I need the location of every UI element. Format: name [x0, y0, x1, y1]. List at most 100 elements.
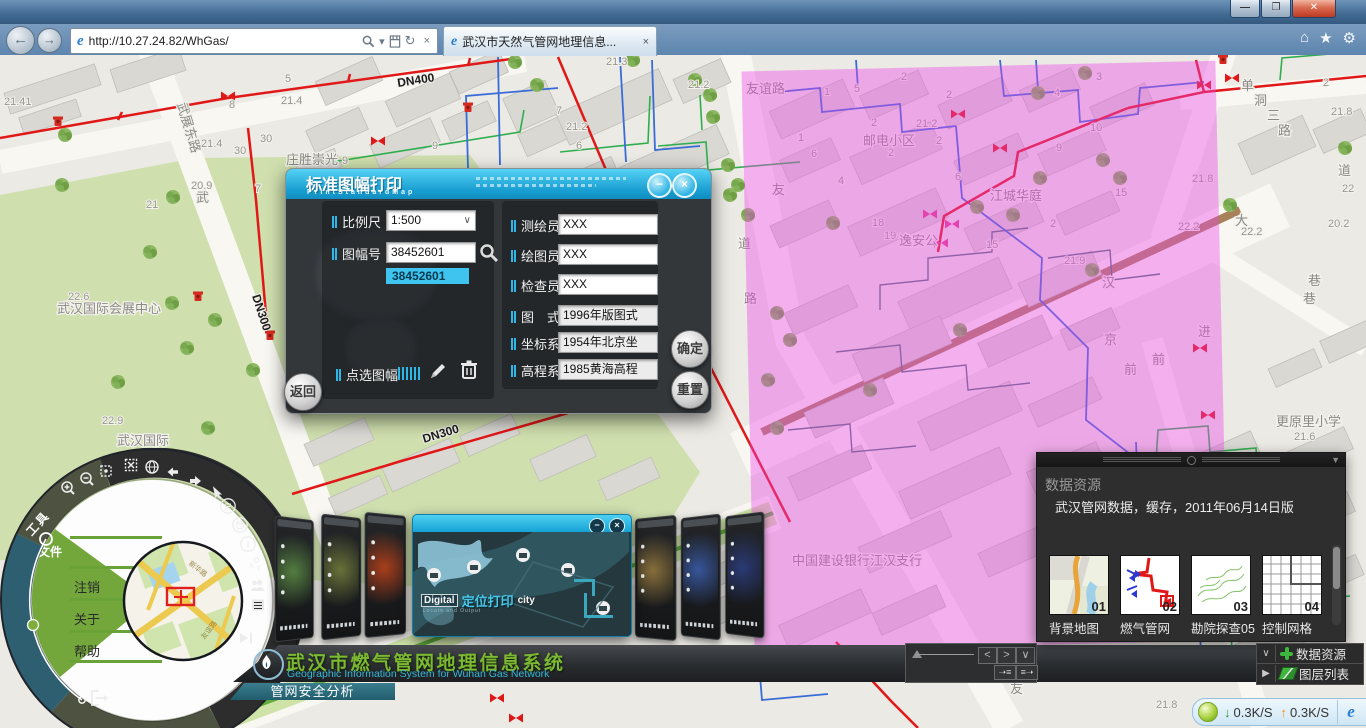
- tab-pipeline-safety-analysis[interactable]: 管网安全分析: [230, 683, 395, 700]
- surveyor-input[interactable]: XXX: [558, 214, 658, 235]
- expand-layer-list-icon[interactable]: ▶: [1257, 665, 1276, 682]
- svg-text:X: X: [249, 563, 254, 570]
- map-label: 友: [1010, 681, 1023, 696]
- carousel-prev-button[interactable]: <: [978, 647, 997, 664]
- window-maximize-button[interactable]: ❐: [1261, 0, 1291, 18]
- data-resource-dock-button[interactable]: ∨ 数据资源: [1257, 644, 1363, 664]
- map-label: 7: [556, 105, 562, 117]
- map-label: 22.2: [1241, 226, 1262, 238]
- search-icon[interactable]: [362, 35, 375, 48]
- refresh-icon[interactable]: ↻: [405, 33, 416, 49]
- titlebar-decor: [476, 184, 596, 187]
- map-label: 巷: [1308, 273, 1321, 288]
- browser-tab[interactable]: e 武汉市天然气管网地理信息... ×: [443, 26, 657, 56]
- collapse-data-resource-icon[interactable]: ∨: [1257, 645, 1276, 662]
- panel-scrollbar[interactable]: [1332, 545, 1341, 625]
- legend-icon[interactable]: [252, 600, 264, 611]
- layer-thumb-gas-network[interactable]: 02 燃气管网: [1120, 555, 1180, 637]
- carousel-next-button[interactable]: >: [997, 647, 1016, 664]
- compatibility-view-icon[interactable]: [389, 35, 401, 48]
- address-bar[interactable]: e http://10.27.24.82/WhGas/ ▾ ↻ ×: [70, 28, 438, 54]
- system-subtitle: Geographic Information System for Wuhan …: [287, 668, 549, 680]
- carousel-slider-track[interactable]: [916, 654, 974, 655]
- menu-item-help[interactable]: 帮助: [74, 644, 100, 659]
- ok-button[interactable]: 确定: [671, 330, 709, 368]
- ie-icon[interactable]: e: [1337, 700, 1364, 724]
- carousel-step-forward-icon[interactable]: ➝≡: [994, 665, 1016, 680]
- map-label: 21.8: [1331, 106, 1352, 118]
- browser-forward-button[interactable]: →: [37, 28, 62, 53]
- carousel-card[interactable]: [365, 512, 406, 638]
- checker-input[interactable]: XXX: [558, 274, 658, 295]
- drafter-label: 绘图员: [511, 246, 560, 265]
- card-subtitle: Locate and Output: [423, 608, 481, 614]
- download-speed: 0.3K/S: [1234, 705, 1273, 720]
- window-minimize-button[interactable]: —: [1230, 0, 1260, 18]
- carousel-collapse-button[interactable]: ∨: [1016, 647, 1035, 664]
- carousel-card[interactable]: [725, 511, 764, 638]
- card-word-digital: Digital: [421, 594, 458, 607]
- stop-icon[interactable]: ×: [424, 35, 430, 47]
- crs-label: 坐标系: [511, 334, 560, 353]
- tab-close-icon[interactable]: ×: [643, 36, 649, 48]
- panel-drag-handle[interactable]: [1037, 453, 1345, 467]
- map-label: 22.6: [68, 291, 89, 303]
- map-label: 8: [229, 99, 235, 111]
- trash-icon[interactable]: [459, 359, 479, 381]
- map-label: 21.3: [606, 56, 627, 68]
- panel-title: 数据资源: [1045, 475, 1101, 495]
- carousel-active-card[interactable]: − × Digital 定位打印 city Locate and Output: [412, 514, 632, 637]
- back-button[interactable]: 返回: [284, 373, 322, 411]
- pencil-icon[interactable]: [428, 361, 448, 381]
- favorites-star-icon[interactable]: ★: [1319, 29, 1332, 47]
- address-dropdown-icon[interactable]: ▾: [379, 35, 385, 48]
- carousel-step-back-icon[interactable]: ≡➝: [1016, 665, 1038, 680]
- application-window: DN400DN300DN300武汉国际会展中心22.622.9武汉国际庄胜崇光武…: [0, 0, 1366, 728]
- browser-toolbar-icons: ⌂ ★ ⚙: [1300, 29, 1356, 47]
- map-label: 9: [342, 155, 348, 167]
- layer-list-dock-button[interactable]: ▶ 图层列表: [1257, 664, 1363, 683]
- svg-text:i: i: [247, 540, 250, 550]
- drafter-input[interactable]: XXX: [558, 244, 658, 265]
- dialog-minimize-button[interactable]: −: [647, 173, 672, 198]
- layer-thumb-control-grid[interactable]: 04 控制网格: [1262, 555, 1322, 637]
- layer-thumb-survey[interactable]: 03 勘院探查05: [1191, 555, 1251, 637]
- dialog-subtitle: PrintStandardMap: [307, 189, 415, 196]
- ring-slider-knob[interactable]: [28, 620, 39, 631]
- card-word-city: city: [518, 595, 535, 606]
- map-label: 武汉国际: [117, 433, 169, 448]
- network-speed-status: ↓ 0.3K/S ↑ 0.3K/S e: [1192, 698, 1366, 726]
- sheet-result-item[interactable]: 38452601: [386, 268, 469, 284]
- sheet-number-label: 图幅号: [332, 244, 381, 263]
- layer-thumb-basemap[interactable]: 01 背景地图: [1049, 555, 1109, 637]
- scale-select[interactable]: 1:500∨: [386, 210, 476, 231]
- map-label: 路: [1278, 123, 1291, 138]
- window-close-button[interactable]: ✕: [1292, 0, 1336, 18]
- home-icon[interactable]: ⌂: [1300, 29, 1309, 47]
- map-label: 21.41: [4, 96, 32, 108]
- settings-gear-icon[interactable]: ⚙: [1343, 29, 1356, 47]
- carousel-card[interactable]: [681, 514, 721, 641]
- sheet-number-input[interactable]: 38452601: [386, 242, 476, 263]
- data-resource-panel: ▼ 数据资源 武汉管网数据，缓存，2011年06月14日版 01 背景地图 02…: [1036, 452, 1346, 642]
- panel-caret-icon[interactable]: ▼: [1331, 455, 1340, 465]
- menu-item-about[interactable]: 关于: [74, 612, 100, 627]
- search-sheet-icon[interactable]: [479, 243, 499, 263]
- carousel-card[interactable]: [635, 515, 676, 641]
- window-titlebar[interactable]: — ❐ ✕: [0, 0, 1366, 25]
- svg-text:Y: Y: [256, 566, 261, 573]
- map-label: 21.8: [1156, 699, 1177, 711]
- speed-ball-icon[interactable]: [1198, 702, 1218, 722]
- carousel-card[interactable]: [275, 515, 314, 642]
- map-label: 道: [1338, 163, 1351, 178]
- url-text[interactable]: http://10.27.24.82/WhGas/: [89, 34, 362, 48]
- map-label: 21.6: [1294, 431, 1315, 443]
- reset-button[interactable]: 重置: [671, 371, 709, 409]
- browser-back-button[interactable]: ←: [6, 26, 35, 55]
- dialog-close-button[interactable]: ×: [672, 173, 697, 198]
- decor-bracket: [584, 593, 613, 618]
- menu-item-logout[interactable]: 注销: [74, 580, 100, 595]
- carousel-card[interactable]: [321, 514, 361, 641]
- card-artwork: [413, 532, 629, 635]
- map-label: 20.2: [1328, 218, 1349, 230]
